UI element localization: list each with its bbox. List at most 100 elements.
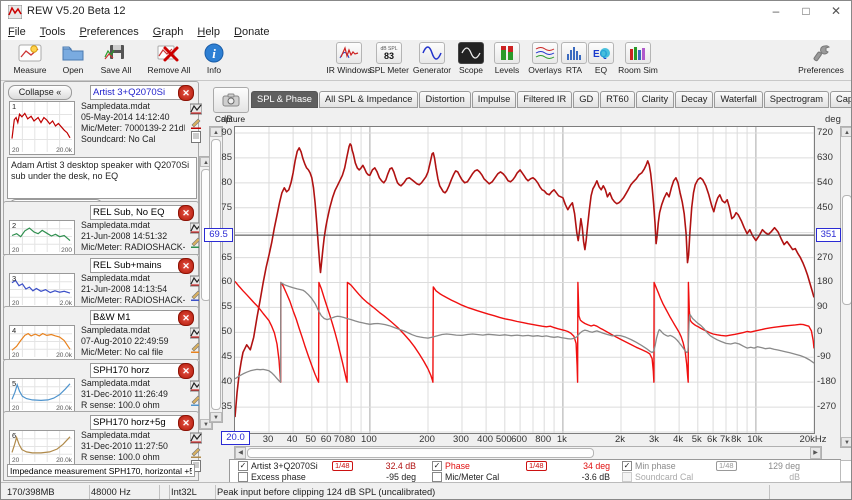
delete-measurement-icon[interactable]: ✕: [178, 415, 194, 431]
notes-icon[interactable]: [190, 130, 202, 142]
toolbar-button-generator[interactable]: Generator: [407, 42, 457, 75]
measurement-thumbnail[interactable]: 12020.0k: [9, 101, 75, 155]
close-button[interactable]: ✕: [821, 1, 851, 22]
thumbnail-x-min: 20: [12, 147, 19, 154]
measurement-thumbnail[interactable]: 62020.0k: [9, 430, 75, 465]
tab-all-spl-impedance[interactable]: All SPL & Impedance: [319, 91, 419, 108]
trace-artist-3-q2070si: [235, 144, 814, 417]
toolbar-button-preferences[interactable]: Preferences: [793, 42, 849, 75]
trace-color-pencil-icon[interactable]: [190, 445, 202, 457]
measurement-thumbnail[interactable]: 3202.0k: [9, 273, 75, 308]
scroll-down-icon[interactable]: ▼: [210, 412, 222, 422]
scroll-down-icon[interactable]: ▼: [841, 437, 852, 447]
tab-captured[interactable]: Captured: [830, 91, 852, 108]
y-right-tick-label: -90: [817, 351, 831, 362]
menu-help[interactable]: Help: [190, 25, 227, 39]
x-axis-scrollbar[interactable]: ◀ ▶: [234, 446, 822, 460]
status-sample-rate: 48000 Hz: [87, 485, 160, 499]
measurement-title-input[interactable]: [90, 205, 184, 220]
toolbar-button-eq[interactable]: EQ EQ: [586, 42, 616, 75]
measurement-panel-1[interactable]: ✕Collapse «12020.0kSampledata.mdat05-May…: [3, 81, 199, 220]
toolbar-button-remove-all[interactable]: Remove All: [141, 42, 197, 75]
legend-checkbox-soundcard-cal[interactable]: [622, 472, 632, 482]
toolbar-button-measure[interactable]: Measure: [7, 42, 53, 75]
status-extra: [767, 485, 852, 499]
title-bar: REW V5.20 Beta 12 – □ ✕: [1, 1, 852, 24]
y-right-tick-label: -180: [817, 376, 836, 387]
measurement-panel-2[interactable]: ✕220200Sampledata.mdat21-Jun-2008 14:51:…: [3, 201, 199, 255]
tab-decay[interactable]: Decay: [675, 91, 713, 108]
measurement-panel-3[interactable]: ✕3202.0kSampledata.mdat21-Jun-2008 14:13…: [3, 254, 199, 308]
menu-preferences[interactable]: Preferences: [72, 25, 145, 39]
status-peak-input: Peak input before clipping 124 dB SPL (u…: [213, 485, 770, 499]
toolbar-button-info[interactable]: i Info: [199, 42, 229, 75]
window-title: REW V5.20 Beta 12: [27, 5, 125, 17]
measurement-actions-icon[interactable]: [190, 102, 202, 114]
trace-color-pencil-icon[interactable]: [190, 116, 202, 128]
rew-window: REW V5.20 Beta 12 – □ ✕ FileToolsPrefere…: [0, 0, 852, 500]
scroll-right-icon[interactable]: ▶: [810, 447, 821, 459]
measurement-title-input[interactable]: [90, 85, 184, 100]
toolbar-button-scope[interactable]: Scope: [451, 42, 491, 75]
menu-donate[interactable]: Donate: [227, 25, 276, 39]
delete-measurement-icon[interactable]: ✕: [178, 85, 194, 101]
measurement-title-input[interactable]: [90, 363, 184, 378]
minimize-button[interactable]: –: [761, 1, 791, 22]
measurement-title-input[interactable]: [90, 258, 184, 273]
tab-rt60[interactable]: RT60: [600, 91, 635, 108]
tab-spectrogram[interactable]: Spectrogram: [764, 91, 829, 108]
scroll-up-icon[interactable]: ▲: [841, 127, 852, 137]
scroll-left-icon[interactable]: ◀: [235, 447, 246, 459]
delete-measurement-icon[interactable]: ✕: [178, 310, 194, 326]
tab-distortion[interactable]: Distortion: [419, 91, 470, 108]
tab-filtered-ir[interactable]: Filtered IR: [517, 91, 572, 108]
toolbar-button-save-all[interactable]: Save All: [93, 42, 139, 75]
tab-clarity[interactable]: Clarity: [636, 91, 674, 108]
tab-gd[interactable]: GD: [573, 91, 599, 108]
legend-value: 129 deg: [740, 461, 800, 471]
menu-file[interactable]: File: [1, 25, 33, 39]
delete-measurement-icon[interactable]: ✕: [178, 205, 194, 221]
thumbnail-x-max: 200: [61, 247, 72, 254]
measurement-panel-4[interactable]: ✕42020.0kSampledata.mdat07-Aug-2010 22:4…: [3, 306, 199, 360]
thumbnail-x-max: 20.0k: [56, 147, 72, 154]
measurement-thumbnail[interactable]: 220200: [9, 220, 75, 255]
generator-icon: [419, 42, 445, 64]
measurement-panel-6[interactable]: ✕62020.0kSampledata.mdat31-Dec-2010 11:2…: [3, 411, 199, 481]
measurement-thumbnail[interactable]: 52020.0k: [9, 378, 75, 413]
measurement-panel-5[interactable]: ✕ 52020.0kSampledata.mdat31-Dec-2010 11:2…: [3, 359, 199, 413]
tab-spl-phase[interactable]: SPL & Phase: [251, 91, 318, 108]
measurement-title-input[interactable]: [90, 310, 184, 325]
measurement-title-input[interactable]: [90, 415, 184, 430]
measurement-actions-icon[interactable]: [190, 431, 202, 443]
toolbar-button-open[interactable]: Open: [55, 42, 91, 75]
trace-phase: [235, 281, 814, 382]
measurement-info: Sampledata.mdat21-Jun-2008 14:51:32Mic/M…: [81, 220, 185, 253]
menu-graph[interactable]: Graph: [146, 25, 191, 39]
capture-button[interactable]: [213, 87, 249, 113]
y-left-tick-label: 60: [204, 276, 232, 287]
measure-icon: [17, 42, 43, 64]
tab-impulse[interactable]: Impulse: [472, 91, 517, 108]
collapse-button[interactable]: Collapse «: [8, 85, 72, 100]
smoothing-badge[interactable]: 1/48: [716, 461, 737, 471]
spl-phase-plot[interactable]: [234, 126, 815, 434]
measurement-thumbnail[interactable]: 42020.0k: [9, 325, 75, 360]
tab-waterfall[interactable]: Waterfall: [714, 91, 762, 108]
thumbnail-x-min: 20: [12, 247, 19, 254]
delete-measurement-icon[interactable]: ✕: [178, 258, 194, 274]
menu-tools[interactable]: Tools: [33, 25, 73, 39]
legend-checkbox-min-phase[interactable]: ✓: [622, 461, 632, 471]
toolbar-button-room-sim[interactable]: Room Sim: [613, 42, 663, 75]
impedance-note-input[interactable]: [7, 464, 195, 477]
legend-label: Min phase: [635, 461, 676, 471]
thumbnail-number: 6: [12, 431, 16, 440]
delete-measurement-icon[interactable]: ✕: [178, 363, 194, 379]
status-sample-format: Int32L: [167, 485, 216, 499]
measurement-info: Sampledata.mdat31-Dec-2010 11:26:49R sen…: [81, 378, 185, 411]
measurement-notes[interactable]: Adam Artist 3 desktop speaker with Q2070…: [7, 157, 197, 199]
maximize-button[interactable]: □: [791, 1, 821, 22]
y-left-tick-label: 35: [204, 401, 232, 412]
y-axis-right-scrollbar[interactable]: ▲ ▼: [840, 126, 852, 448]
measurement-list: ✕Collapse «12020.0kSampledata.mdat05-May…: [1, 80, 212, 482]
